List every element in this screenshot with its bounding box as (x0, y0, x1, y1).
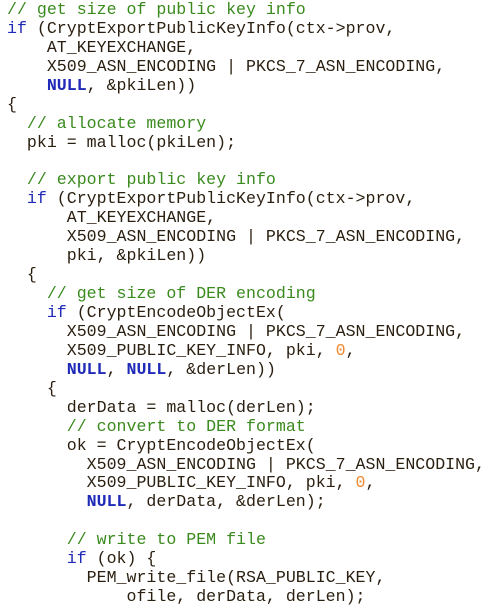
code-line: { (7, 265, 485, 285)
code-text: , &derLen)) (166, 359, 276, 379)
code-keyword: if (7, 18, 27, 38)
code-constant: NULL (86, 492, 127, 512)
code-text: , &pkiLen)) (86, 75, 197, 95)
code-text: X509_PUBLIC_KEY_INFO, pki, (7, 340, 336, 360)
code-line: { (7, 94, 485, 115)
code-comment: // write to PEM file (7, 530, 266, 550)
code-comment: // get size of public key info (7, 0, 306, 19)
code-text: derData = malloc(derLen); (7, 397, 316, 417)
code-comment: // allocate memory (7, 113, 207, 133)
code-line: if (CryptExportPublicKeyInfo(ctx->prov, (7, 18, 485, 39)
code-line: // convert to DER format (7, 416, 485, 437)
code-line: NULL, derData, &derLen); (7, 492, 485, 512)
code-line: pki = malloc(pkiLen); (7, 132, 485, 153)
code-comment: // export public key info (7, 170, 276, 190)
code-text: PEM_write_file(RSA_PUBLIC_KEY, (7, 568, 386, 588)
code-line: X509_ASN_ENCODING | PKCS_7_ASN_ENCODING, (7, 454, 485, 475)
code-text: , (345, 340, 356, 360)
code-text: , (365, 473, 376, 493)
code-number: 0 (355, 473, 366, 493)
code-line: // get size of public key info (7, 0, 485, 20)
code-text: { (7, 265, 37, 285)
code-text: (CryptExportPublicKeyInfo(ctx->prov, (26, 18, 396, 38)
code-line: X509_ASN_ENCODING | PKCS_7_ASN_ENCODING, (7, 227, 485, 247)
code-line: NULL, NULL, &derLen)) (7, 359, 485, 380)
code-line: AT_KEYEXCHANGE, (7, 37, 485, 58)
code-text: pki = malloc(pkiLen); (7, 132, 237, 152)
code-line: // get size of DER encoding (7, 284, 485, 304)
code-text: X509_ASN_ENCODING | PKCS_7_ASN_ENCODING, (7, 454, 485, 474)
code-line: if (ok) { (7, 549, 485, 569)
code-comment: // convert to DER format (7, 416, 306, 436)
code-text: (CryptEncodeObjectEx( (66, 303, 286, 322)
code-keyword: if (26, 189, 47, 209)
code-text: { (7, 94, 17, 114)
code-text: , derData, &derLen); (126, 492, 326, 512)
code-text: (ok) { (86, 549, 157, 569)
code-line: pki, &pkiLen)) (7, 246, 485, 266)
code-text: X509_ASN_ENCODING | PKCS_7_ASN_ENCODING, (7, 227, 466, 247)
code-text: AT_KEYEXCHANGE, (7, 37, 197, 57)
code-text: pki, &pkiLen)) (7, 246, 207, 266)
code-line: X509_ASN_ENCODING | PKCS_7_ASN_ENCODING, (7, 321, 485, 342)
code-line: NULL, &pkiLen)) (7, 75, 485, 96)
code-text: AT_KEYEXCHANGE, (7, 208, 217, 228)
code-line: PEM_write_file(RSA_PUBLIC_KEY, (7, 568, 485, 588)
code-keyword: if (66, 549, 87, 569)
code-line: derData = malloc(derLen); (7, 397, 485, 418)
code-line: X509_PUBLIC_KEY_INFO, pki, 0, (7, 340, 485, 361)
code-text: (CryptExportPublicKeyInfo(ctx->prov, (46, 189, 416, 209)
code-line: X509_PUBLIC_KEY_INFO, pki, 0, (7, 473, 485, 493)
code-constant: NULL (126, 359, 167, 379)
code-line: { (7, 378, 485, 399)
code-comment: // get size of DER encoding (7, 284, 316, 304)
code-text: X509_ASN_ENCODING | PKCS_7_ASN_ENCODING, (7, 321, 466, 341)
code-text: , (106, 359, 127, 379)
code-text: { (7, 378, 57, 398)
code-constant: NULL (66, 359, 107, 379)
code-line: ofile, derData, derLen); (7, 587, 485, 607)
code-line: X509_ASN_ENCODING | PKCS_7_ASN_ENCODING, (7, 56, 485, 77)
code-text: ok = CryptEncodeObjectEx( (7, 435, 316, 455)
code-line: if (CryptEncodeObjectEx( (7, 303, 485, 323)
code-line: ok = CryptEncodeObjectEx( (7, 435, 485, 456)
code-line: AT_KEYEXCHANGE, (7, 208, 485, 228)
code-line: if (CryptExportPublicKeyInfo(ctx->prov, (7, 189, 485, 209)
code-text: X509_ASN_ENCODING | PKCS_7_ASN_ENCODING, (7, 56, 446, 76)
code-line: // write to PEM file (7, 530, 485, 550)
code-keyword: if (46, 303, 67, 322)
code-line: // allocate memory (7, 113, 485, 134)
code-text: ofile, derData, derLen); (7, 587, 366, 607)
code-text: X509_PUBLIC_KEY_INFO, pki, (7, 473, 356, 493)
code-line: // export public key info (7, 170, 485, 190)
code-listing: // get size of public key info if (CryptE… (7, 0, 485, 607)
code-constant: NULL (46, 75, 87, 95)
code-number: 0 (335, 340, 346, 360)
